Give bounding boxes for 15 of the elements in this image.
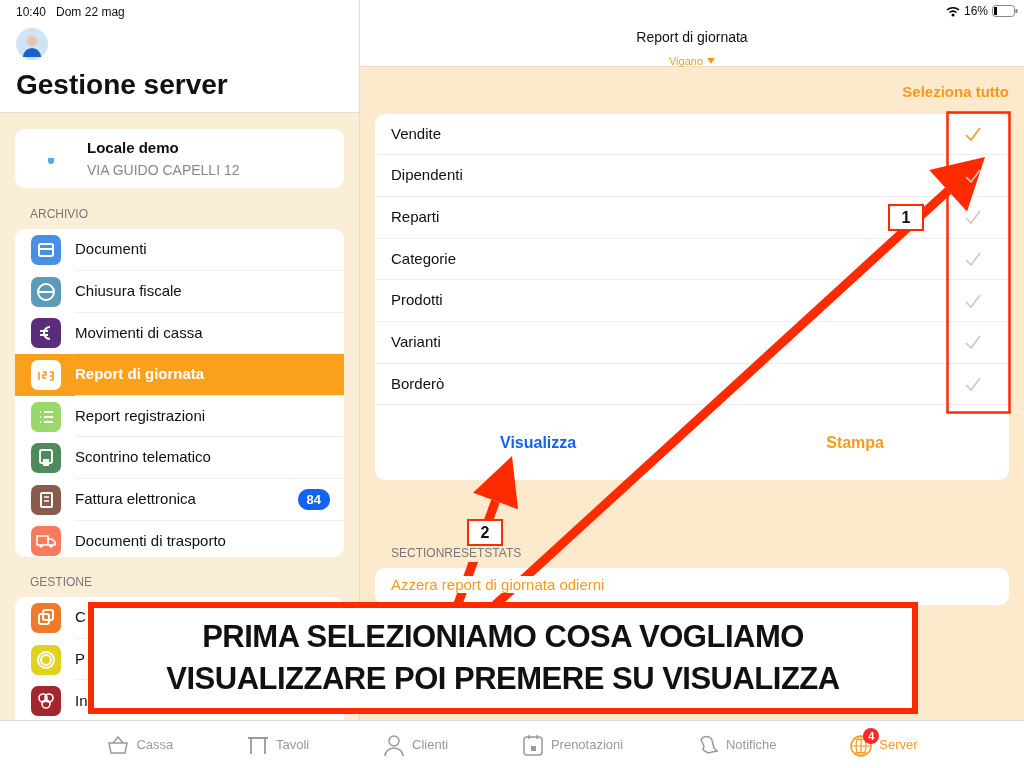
notification-badge: 4	[863, 727, 880, 744]
step-number: 2	[467, 519, 503, 546]
page-title: Gestione server	[16, 70, 229, 101]
location-address: VIA GUIDO CAPELLI 12	[87, 160, 240, 180]
section-header: SECTIONRESETSTATS	[391, 544, 522, 563]
status-date: Dom 22 mag	[56, 4, 125, 21]
battery-level: 16%	[963, 3, 988, 20]
section-header: GESTIONE	[29, 574, 93, 592]
status-time: 10:40	[16, 4, 47, 21]
screen-title: Report di giornata	[636, 28, 748, 47]
location-name: Locale demo	[87, 138, 180, 159]
section-header: ARCHIVIO	[29, 206, 89, 224]
instruction-tooltip: PRIMA SELEZIONIAMO COSA VOGLIAMO VISUALIZZARE POI PREMERE SU VISUALIZZA	[88, 602, 918, 714]
count-badge: 84	[297, 488, 330, 510]
step-number: 1	[888, 204, 924, 231]
